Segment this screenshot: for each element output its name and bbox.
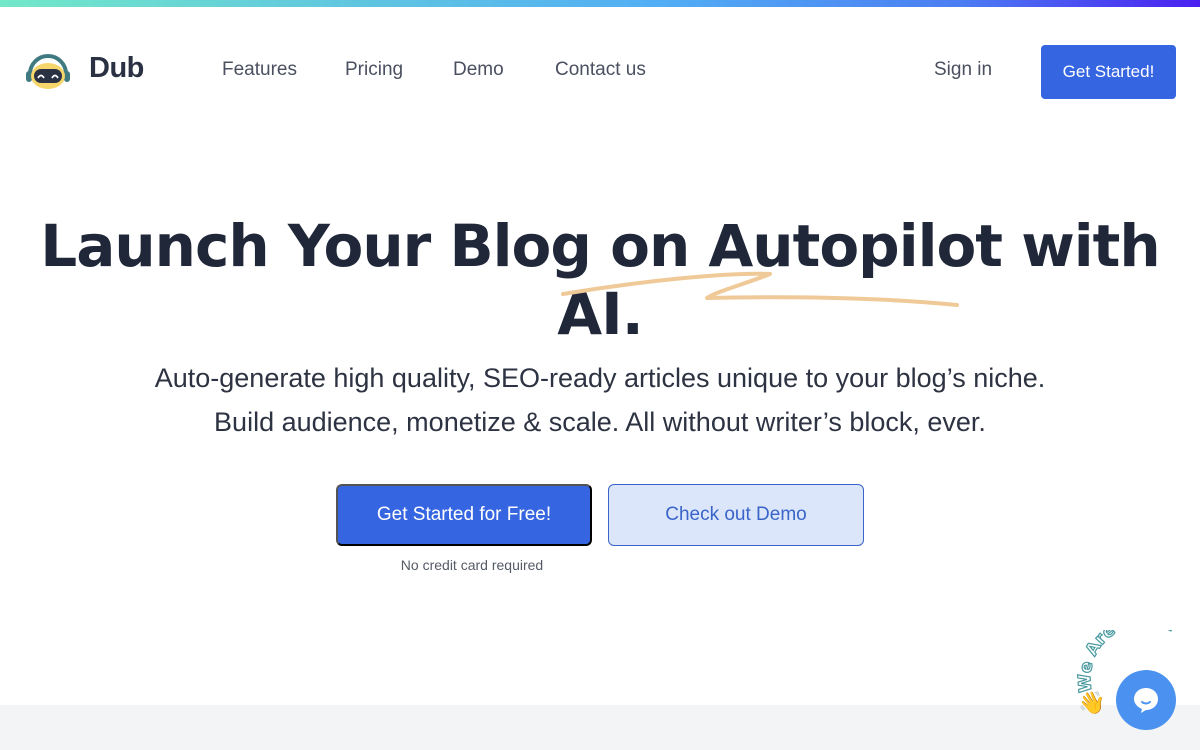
- next-section-band: [0, 705, 1200, 750]
- top-gradient-bar: [0, 0, 1200, 7]
- robot-logo-icon[interactable]: [25, 54, 71, 90]
- underline-squiggle-icon: [561, 271, 959, 307]
- check-out-demo-button[interactable]: Check out Demo: [608, 484, 864, 546]
- site-header: Dub Features Pricing Demo Contact us Sig…: [0, 44, 1200, 100]
- get-started-button[interactable]: Get Started!: [1041, 45, 1176, 99]
- subtitle-line-1: Auto-generate high quality, SEO-ready ar…: [154, 363, 1046, 393]
- nav-demo[interactable]: Demo: [453, 59, 504, 81]
- chat-icon: [1134, 688, 1158, 713]
- get-started-free-button[interactable]: Get Started for Free!: [336, 484, 592, 546]
- nav-features[interactable]: Features: [222, 59, 297, 81]
- no-credit-card-note: No credit card required: [400, 557, 544, 573]
- nav-pricing[interactable]: Pricing: [345, 59, 403, 81]
- chat-button[interactable]: [1116, 670, 1176, 730]
- waving-hand-icon: 👋: [1078, 690, 1106, 715]
- subtitle-line-2: Build audience, monetize & scale. All wi…: [214, 407, 986, 437]
- chat-widget[interactable]: We Are Here! 👋: [1070, 630, 1200, 750]
- hero-subtitle: Auto-generate high quality, SEO-ready ar…: [0, 356, 1200, 444]
- nav-contact-us[interactable]: Contact us: [555, 59, 646, 81]
- brand-name[interactable]: Dub: [89, 52, 144, 85]
- sign-in-link[interactable]: Sign in: [934, 59, 992, 81]
